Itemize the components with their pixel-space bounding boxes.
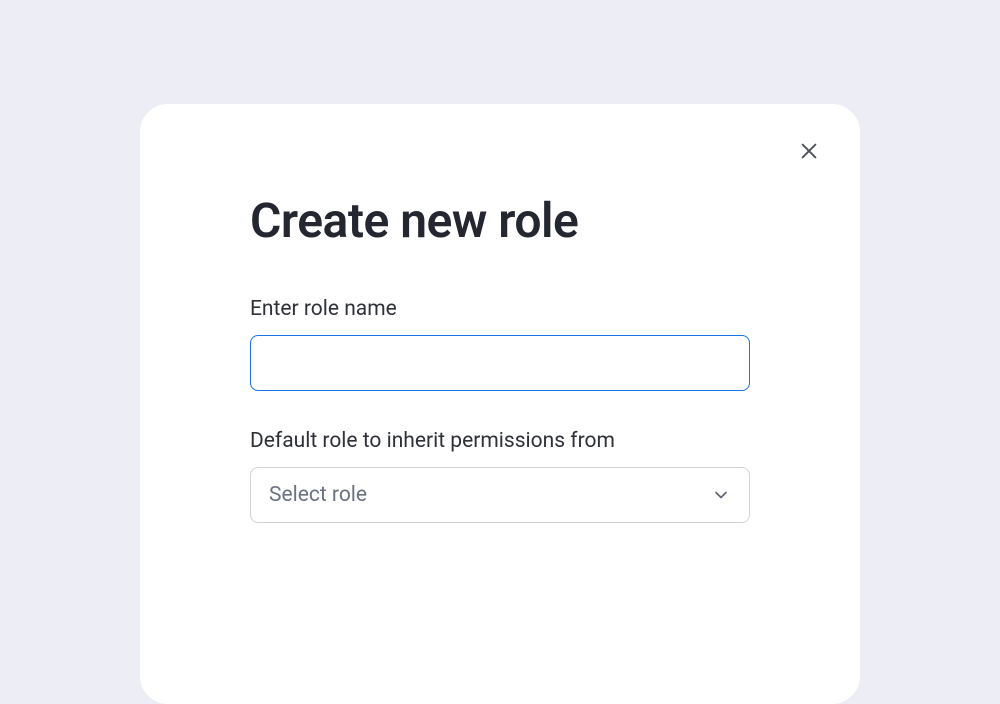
default-role-select-wrap: Select role — [250, 467, 750, 523]
chevron-down-icon — [711, 485, 731, 505]
role-name-label: Enter role name — [250, 297, 750, 321]
default-role-selected-value: Select role — [269, 483, 367, 507]
modal-header — [180, 144, 820, 167]
create-role-modal: Create new role Enter role name Default … — [140, 104, 860, 704]
default-role-label: Default role to inherit permissions from — [250, 429, 750, 453]
default-role-select[interactable]: Select role — [250, 467, 750, 523]
close-icon — [798, 140, 820, 166]
role-name-input[interactable] — [250, 335, 750, 391]
modal-content: Create new role Enter role name Default … — [180, 192, 820, 523]
modal-title: Create new role — [250, 192, 750, 249]
close-button[interactable] — [795, 139, 823, 167]
